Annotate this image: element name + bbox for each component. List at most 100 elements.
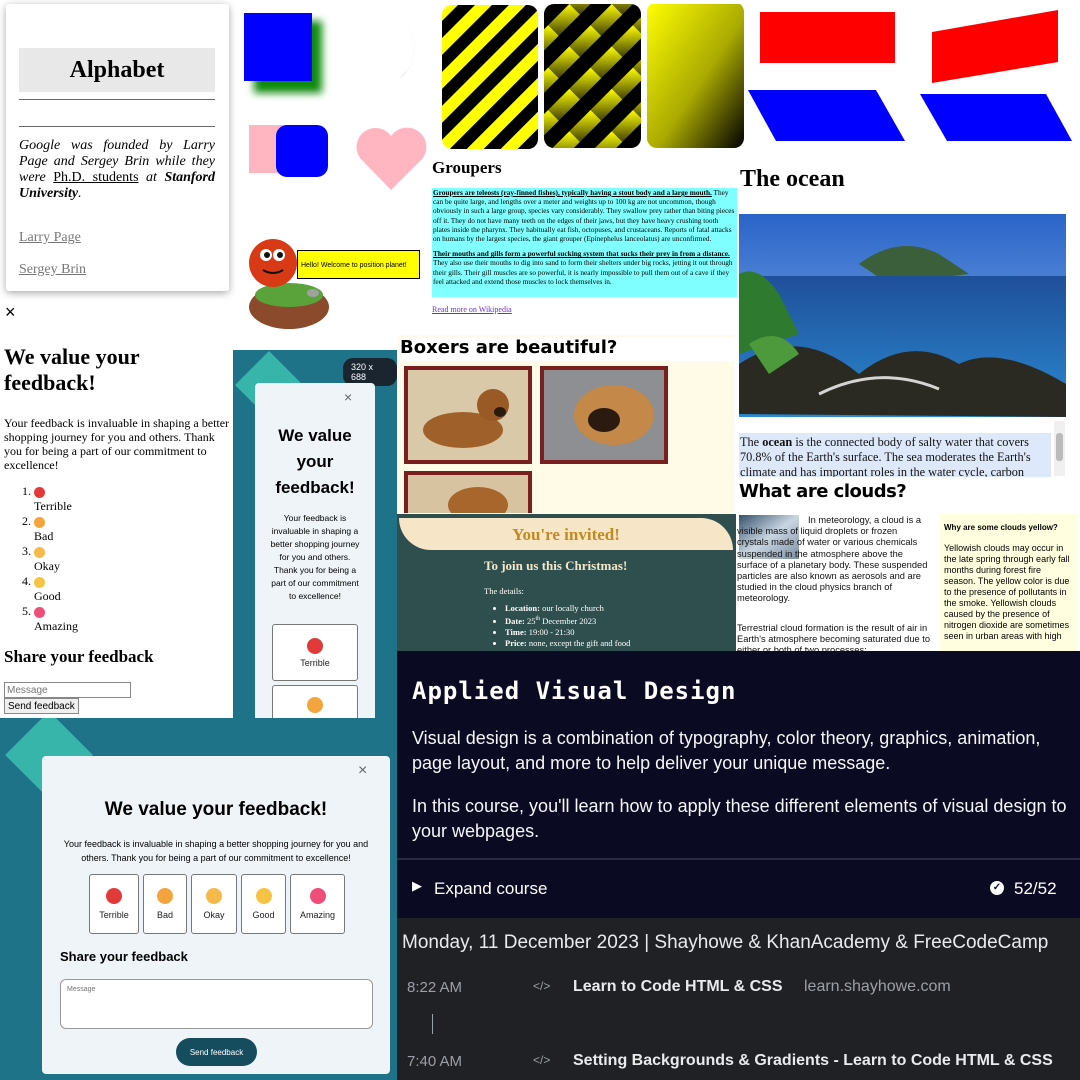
rating-bad-button[interactable] [272, 685, 358, 718]
phd-link[interactable]: Ph.D. students [53, 170, 138, 185]
pink-heart [356, 127, 427, 190]
yellow-black-stripes-card [442, 5, 538, 149]
rating-okay-button[interactable]: Okay [191, 874, 237, 934]
close-icon[interactable]: × [344, 389, 352, 405]
neutral-face-icon [206, 888, 222, 904]
boxer-photo-3 [404, 471, 532, 513]
code-icon: </> [533, 979, 551, 993]
invite-details: Location: our locally church Date: 25th … [505, 603, 630, 649]
share-feedback-title: Share your feedback [60, 949, 188, 964]
rating-good[interactable]: Good [34, 574, 78, 604]
wikipedia-link[interactable]: Read more on Wikipedia [432, 305, 737, 314]
boxers-title: Boxers are beautiful? [400, 337, 734, 361]
sidebar-title: Why are some clouds yellow? [944, 523, 1058, 532]
rating-terrible[interactable]: Terrible [34, 484, 78, 514]
code-icon: </> [533, 1053, 551, 1067]
feedback-plain: × We value your feedback! Your feedback … [0, 300, 234, 718]
send-feedback-button[interactable]: Send feedback [4, 698, 79, 714]
send-feedback-button[interactable]: Send feedback [176, 1038, 257, 1066]
yellow-gradient-card [647, 4, 744, 148]
star-eyes-face-icon [309, 888, 326, 904]
boxer-photo-2 [540, 366, 668, 464]
browser-history: Monday, 11 December 2023 | Shayhowe & Kh… [397, 918, 1080, 1080]
invite-date: Date: 25th December 2023 [505, 614, 630, 627]
feedback-mobile-preview: 320 x 688 × We value your feedback! Your… [233, 350, 397, 718]
gradient-stripes-card [544, 4, 641, 148]
feedback-title: We value your feedback! [4, 344, 140, 395]
blue-parallelogram [748, 90, 905, 141]
blue-square [244, 13, 312, 81]
welcome-tooltip: Hello! Welcome to position planet! [297, 250, 420, 279]
message-input[interactable] [4, 682, 131, 698]
clouds-p2: Terrestrial cloud formation is the resul… [737, 623, 930, 651]
expand-course-button[interactable]: ▶ Expand course ✓ 52/52 [397, 858, 1080, 918]
groupers-box: Groupers are teleosts (ray-finned fishes… [432, 188, 737, 298]
ocean-scrollbar[interactable] [1054, 421, 1065, 476]
boxers-section: Boxers are beautiful? [398, 335, 734, 513]
blue-parallelogram-2 [920, 94, 1072, 141]
invite-card: You're invited! To join us this Christma… [397, 514, 736, 651]
larry-page-link[interactable]: Larry Page [19, 230, 81, 246]
ocean-caption: The ocean is the connected body of salty… [739, 433, 1051, 477]
red-rectangle [760, 12, 895, 63]
invite-location: Location: our locally church [505, 603, 630, 614]
course-desc-2: In this course, you'll learn how to appl… [412, 796, 1067, 841]
history-time: 8:22 AM [407, 979, 463, 996]
share-feedback-title: Share your feedback [4, 647, 154, 666]
clouds-sidebar: Why are some clouds yellow? Yellowish cl… [940, 514, 1077, 651]
alphabet-text: Google was founded by Larry Page and Ser… [19, 138, 216, 201]
rating-amazing-button[interactable]: Amazing [290, 874, 345, 934]
feedback-desktop-card: × We value your feedback! Your feedback … [42, 756, 390, 1074]
boxer-photo-1 [404, 366, 532, 464]
groupers-title: Groupers [432, 158, 502, 177]
close-icon[interactable]: × [358, 762, 367, 780]
rating-bad[interactable]: Bad [34, 514, 78, 544]
feedback-mobile-card: × We value your feedback! Your feedback … [255, 383, 375, 718]
rating-okay[interactable]: Okay [34, 544, 78, 574]
divider [19, 126, 215, 127]
gradient-cards [442, 4, 744, 149]
ocean-section: The ocean The ocean is the connected bod… [738, 166, 1080, 480]
red-skewed-rectangle [932, 10, 1058, 83]
ocean-title: The ocean [740, 166, 845, 192]
history-entry[interactable]: 7:40 AM </> Setting Backgrounds & Gradie… [397, 1044, 1080, 1080]
feedback-desc: Your feedback is invaluable in shaping a… [270, 513, 360, 601]
divider [19, 99, 215, 100]
sad-face-icon [157, 888, 173, 904]
timeline-connector [432, 1014, 433, 1034]
blue-crescent [355, 12, 415, 88]
invite-heading: To join us this Christmas! [484, 558, 628, 573]
feedback-desc: Your feedback is invaluable in shaping a… [63, 839, 369, 863]
history-title: Learn to Code HTML & CSS [573, 978, 783, 995]
rating-good-button[interactable]: Good [241, 874, 286, 934]
invite-details-label: The details: [484, 586, 524, 596]
ocean-image [739, 214, 1066, 417]
sergey-brin-link[interactable]: Sergey Brin [19, 262, 86, 278]
rating-terrible-button[interactable]: Terrible [89, 874, 139, 934]
size-badge: 320 x 688 [343, 358, 397, 386]
invite-banner: You're invited! [399, 518, 733, 550]
angry-face-icon [307, 637, 323, 654]
history-domain: learn.shayhowe.com [804, 978, 951, 995]
history-time: 7:40 AM [407, 1053, 463, 1070]
alphabet-card: Alphabet Google was founded by Larry Pag… [6, 4, 229, 291]
angry-face-icon [106, 888, 122, 904]
feedback-desc: Your feedback is invaluable in shaping a… [4, 416, 230, 472]
course-header: Applied Visual Design Visual design is a… [397, 651, 1080, 918]
history-date-header: Monday, 11 December 2023 | Shayhowe & Kh… [402, 932, 1049, 953]
rating-list: Terrible Bad Okay Good Amazing [4, 484, 78, 634]
sidebar-text: Yellowish clouds may occur in the late s… [944, 543, 1070, 641]
clouds-title: What are clouds? [739, 481, 907, 502]
course-desc-1: Visual design is a combination of typogr… [412, 728, 1041, 773]
message-textarea[interactable] [60, 979, 373, 1029]
rating-amazing[interactable]: Amazing [34, 604, 78, 634]
rating-bad-button[interactable]: Bad [143, 874, 187, 934]
invite-price: Price: none, except the gift and food [505, 638, 630, 649]
expand-course-label: Expand course [434, 879, 548, 898]
close-icon[interactable]: × [5, 302, 16, 323]
groupers-section: Groupers Groupers are teleosts (ray-finn… [432, 155, 737, 330]
smile-face-icon [255, 888, 272, 904]
history-entry[interactable]: 8:22 AM </> Learn to Code HTML & CSS lea… [397, 970, 1080, 1010]
rating-terrible-button[interactable]: Terrible [272, 624, 358, 681]
skewed-shapes [748, 6, 1080, 146]
